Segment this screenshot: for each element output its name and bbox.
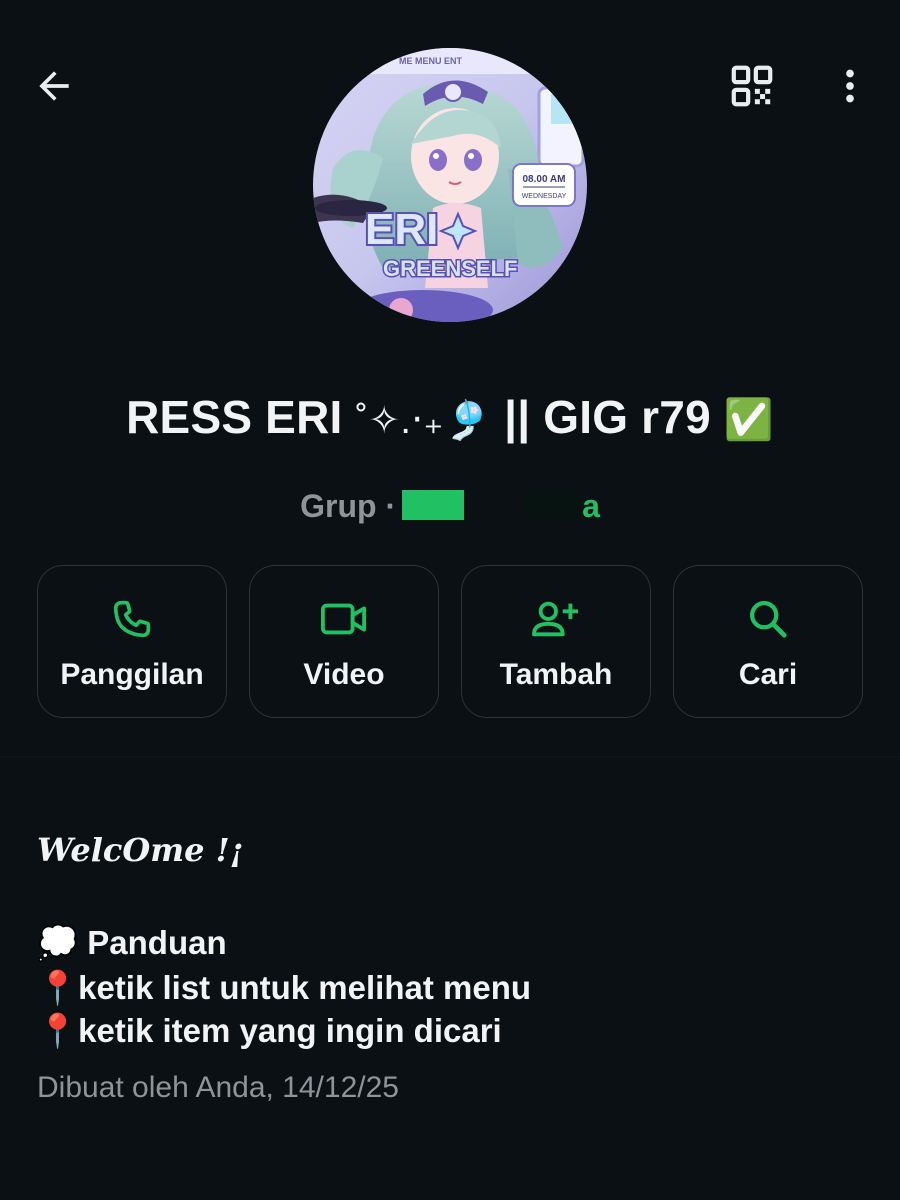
group-name-suffix: || GIG r79 xyxy=(504,391,711,443)
call-label: Panggilan xyxy=(60,658,204,691)
video-label: Video xyxy=(303,658,385,691)
section-divider xyxy=(0,756,900,758)
description-welcome: WelcOme !¡ xyxy=(37,831,244,869)
avatar-image: ME MENU ENT 08.00 AM WEDNESDAY ERI GREEN… xyxy=(313,48,587,322)
avatar-time-text: 08.00 AM xyxy=(523,174,566,185)
back-button[interactable] xyxy=(22,54,86,118)
group-info-screen: ME MENU ENT 08.00 AM WEDNESDAY ERI GREEN… xyxy=(0,0,900,1200)
avatar-logo-main: ERI xyxy=(365,205,438,254)
group-avatar[interactable]: ME MENU ENT 08.00 AM WEDNESDAY ERI GREEN… xyxy=(313,48,587,322)
qr-code-icon xyxy=(731,65,773,107)
description-panduan: 💭 Panduan xyxy=(37,921,867,965)
search-button[interactable]: Cari xyxy=(673,565,863,718)
avatar-day-text: WEDNESDAY xyxy=(522,193,567,200)
phone-icon xyxy=(113,600,151,638)
redaction-block-dark xyxy=(524,490,583,520)
video-icon xyxy=(321,603,367,635)
redaction-block xyxy=(402,490,465,520)
description-line-1: 📍ketik list untuk melihat menu xyxy=(37,966,867,1010)
line-2-text: ketik item yang ingin dicari xyxy=(78,1012,502,1049)
add-member-button[interactable]: Tambah xyxy=(461,565,651,718)
video-button[interactable]: Video xyxy=(249,565,439,718)
thought-bubble-emoji: 💭 xyxy=(37,924,79,961)
pin-emoji: 📍 xyxy=(37,1012,79,1049)
group-subtitle: Grup · a xyxy=(0,488,900,525)
call-button[interactable]: Panggilan xyxy=(37,565,227,718)
search-icon xyxy=(749,600,787,638)
add-member-label: Tambah xyxy=(499,658,613,691)
decor-emoji: ˚✧.‧₊🎐 xyxy=(355,400,492,442)
description-line-2: 📍ketik item yang ingin dicari xyxy=(37,1009,867,1053)
avatar-menu-text: ME MENU ENT xyxy=(399,56,463,66)
panduan-text: Panduan xyxy=(87,924,227,961)
group-name-prefix: RESS ERI xyxy=(126,391,343,443)
avatar-logo-sub: GREENSELF xyxy=(383,256,517,281)
pin-emoji: 📍 xyxy=(37,969,79,1006)
verified-emoji: ✅ xyxy=(723,398,774,442)
add-person-icon xyxy=(532,601,579,637)
more-options-button[interactable] xyxy=(818,54,882,118)
created-by-text: Dibuat oleh Anda, 14/12/25 xyxy=(37,1071,399,1104)
search-label: Cari xyxy=(738,658,798,691)
qr-code-button[interactable] xyxy=(720,54,784,118)
arrow-left-icon xyxy=(39,71,69,101)
line-1-text: ketik list untuk melihat menu xyxy=(78,969,532,1006)
group-subtitle-end: a xyxy=(582,488,600,524)
more-vertical-icon xyxy=(846,69,854,103)
group-subtitle-text: Grup · xyxy=(300,488,397,524)
group-name: RESS ERI ˚✧.‧₊🎐 || GIG r79 ✅ xyxy=(0,390,900,444)
action-buttons: Panggilan Video Tambah Cari xyxy=(37,565,863,720)
